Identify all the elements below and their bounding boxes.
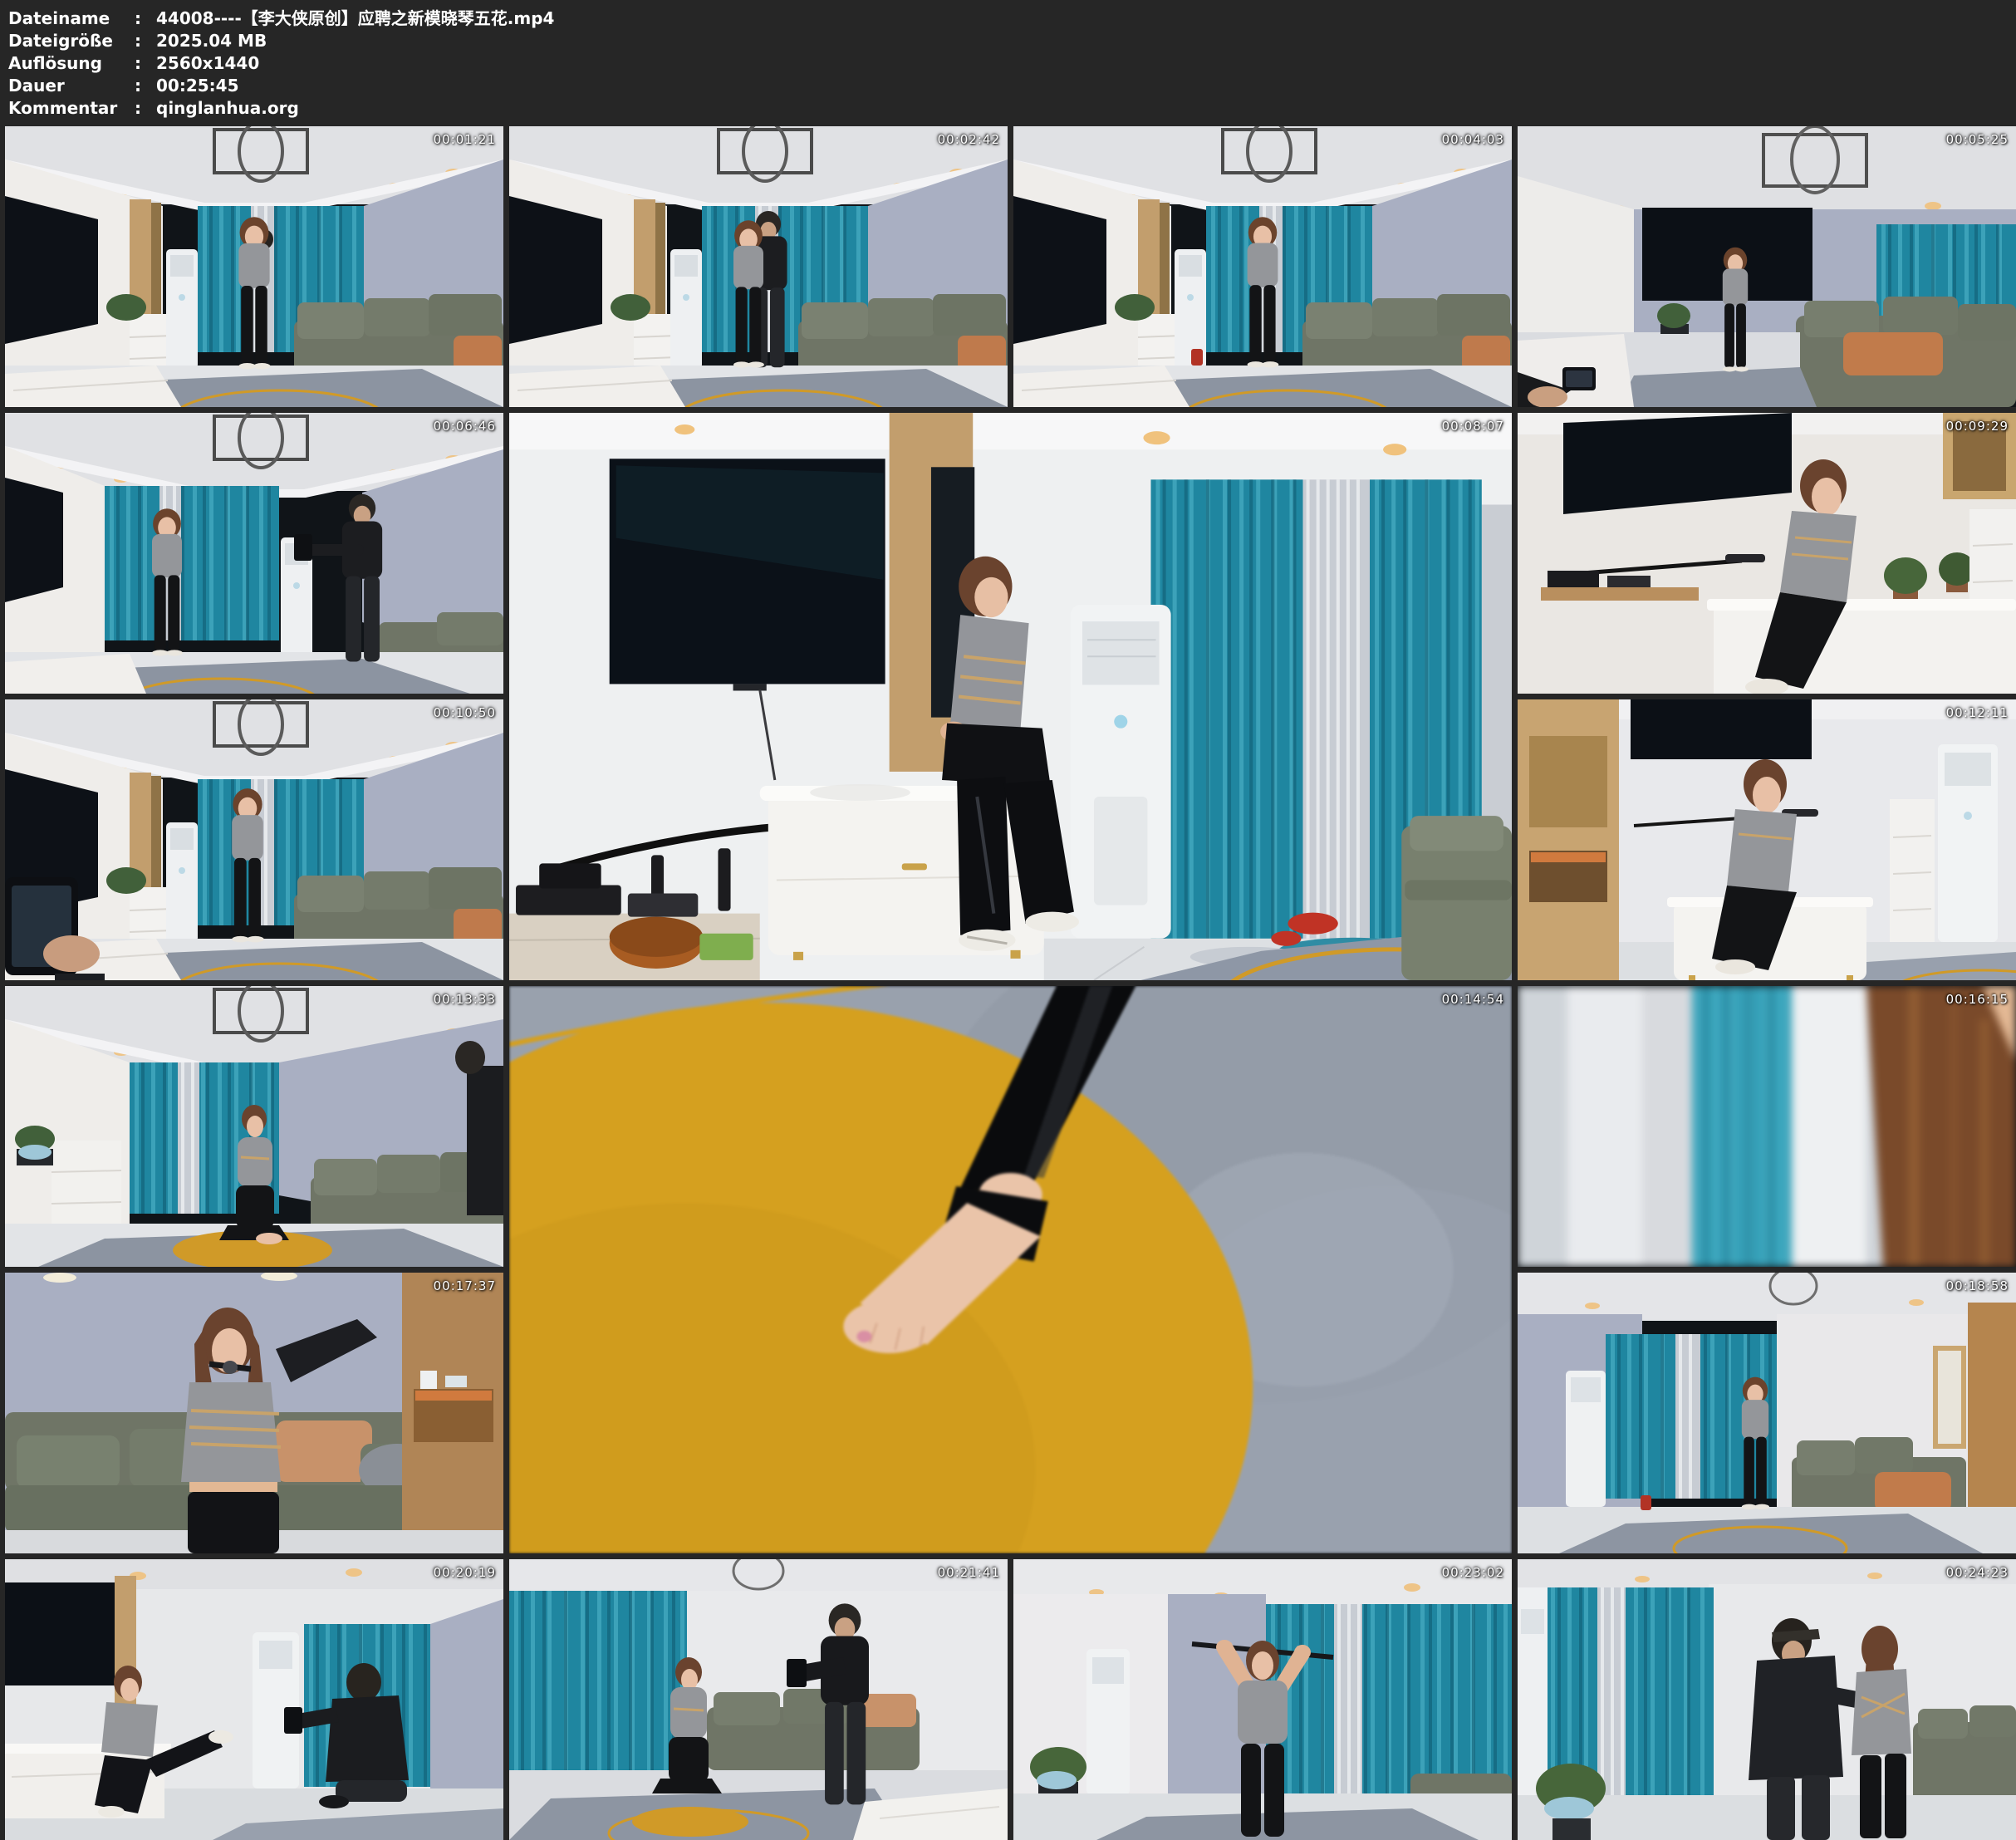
frame-image	[5, 413, 503, 694]
metadata-row: Kommentar : qinglanhua.org	[8, 97, 2016, 120]
video-frame: 00:02:42	[509, 126, 1008, 407]
metadata-value: qinglanhua.org	[156, 97, 299, 120]
video-frame: 00:17:37	[5, 1273, 503, 1553]
frame-image	[509, 986, 1512, 1553]
metadata-value: 2025.04 MB	[156, 30, 267, 52]
metadata-separator: :	[135, 7, 156, 30]
frame-timestamp: 00:24:23	[1946, 1565, 2009, 1580]
frame-image	[509, 1559, 1008, 1840]
frame-timestamp: 00:13:33	[434, 992, 496, 1007]
frame-image	[509, 126, 1008, 407]
frame-timestamp: 00:10:50	[434, 705, 496, 720]
frame-timestamp: 00:05:25	[1946, 132, 2009, 147]
frame-image	[1518, 1273, 2016, 1553]
frame-image	[1518, 413, 2016, 694]
frame-timestamp: 00:16:15	[1946, 992, 2009, 1007]
frame-timestamp: 00:21:41	[938, 1565, 1000, 1580]
video-frame: 00:01:21	[5, 126, 503, 407]
metadata-separator: :	[135, 97, 156, 120]
frame-timestamp: 00:20:19	[434, 1565, 496, 1580]
video-frame: 00:24:23	[1518, 1559, 2016, 1840]
frame-timestamp: 00:23:02	[1442, 1565, 1504, 1580]
video-frame: 00:14:54	[509, 986, 1512, 1553]
frame-timestamp: 00:14:54	[1442, 992, 1504, 1007]
metadata-label: Auflösung	[8, 52, 135, 75]
frame-image	[1518, 1559, 2016, 1840]
frame-timestamp: 00:17:37	[434, 1278, 496, 1293]
metadata-row: Auflösung : 2560x1440	[8, 52, 2016, 75]
frame-timestamp: 00:06:46	[434, 419, 496, 434]
frame-timestamp: 00:09:29	[1946, 419, 2009, 434]
metadata-separator: :	[135, 75, 156, 97]
frame-timestamp: 00:01:21	[434, 132, 496, 147]
metadata-value: 00:25:45	[156, 75, 239, 97]
metadata-label: Kommentar	[8, 97, 135, 120]
metadata-label: Dateigröße	[8, 30, 135, 52]
metadata-row: Dateiname : 44008----【李大侠原创】应聘之新模晓琴五花.mp…	[8, 7, 2016, 30]
frame-image	[5, 699, 503, 980]
video-frame: 00:08:07	[509, 413, 1512, 980]
video-frame: 00:10:50	[5, 699, 503, 980]
frame-timestamp: 00:12:11	[1946, 705, 2009, 720]
frame-image	[5, 1273, 503, 1553]
frame-image	[1518, 126, 2016, 407]
frame-image	[1013, 1559, 1512, 1840]
video-frame: 00:04:03	[1013, 126, 1512, 407]
video-frame: 00:05:25	[1518, 126, 2016, 407]
metadata-label: Dauer	[8, 75, 135, 97]
frame-image	[509, 413, 1512, 980]
metadata-value: 2560x1440	[156, 52, 259, 75]
metadata-row: Dauer : 00:25:45	[8, 75, 2016, 97]
metadata-separator: :	[135, 52, 156, 75]
frame-timestamp: 00:04:03	[1442, 132, 1504, 147]
frame-image	[5, 126, 503, 407]
metadata-row: Dateigröße : 2025.04 MB	[8, 30, 2016, 52]
frame-image	[1013, 126, 1512, 407]
frame-timestamp: 00:02:42	[938, 132, 1000, 147]
metadata-separator: :	[135, 30, 156, 52]
video-frame: 00:16:15	[1518, 986, 2016, 1267]
video-frame: 00:12:11	[1518, 699, 2016, 980]
frame-image	[5, 1559, 503, 1840]
frame-timestamp: 00:18:58	[1946, 1278, 2009, 1293]
video-frame: 00:13:33	[5, 986, 503, 1267]
frame-timestamp: 00:08:07	[1442, 419, 1504, 434]
frame-image	[1518, 986, 2016, 1267]
video-frame: 00:20:19	[5, 1559, 503, 1840]
video-frame: 00:18:58	[1518, 1273, 2016, 1553]
metadata-header: Dateiname : 44008----【李大侠原创】应聘之新模晓琴五花.mp…	[0, 0, 2016, 120]
frame-image	[5, 986, 503, 1267]
frame-image	[1518, 699, 2016, 980]
metadata-value: 44008----【李大侠原创】应聘之新模晓琴五花.mp4	[156, 7, 554, 30]
video-frame: 00:06:46	[5, 413, 503, 694]
video-frame: 00:09:29	[1518, 413, 2016, 694]
metadata-label: Dateiname	[8, 7, 135, 30]
thumbnail-grid: 00:01:21 00:02:42 00:04:03 00:05:25 00:0…	[0, 126, 2016, 1840]
video-frame: 00:21:41	[509, 1559, 1008, 1840]
video-frame: 00:23:02	[1013, 1559, 1512, 1840]
